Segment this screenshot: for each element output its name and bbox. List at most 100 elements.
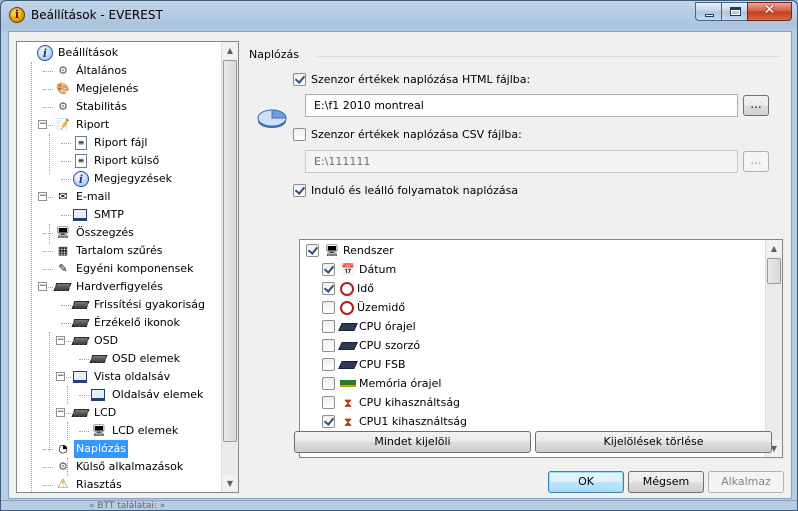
tree-item[interactable]: 🖥 Összegzés (55, 224, 136, 242)
tree-item[interactable]: 📝 Riport (55, 116, 111, 134)
tree-item[interactable]: Vista oldalsáv (73, 368, 172, 386)
title-bar[interactable]: i Beállítások - EVEREST ✕ (1, 1, 797, 31)
csv-path-input[interactable]: E:\111111 (305, 150, 738, 173)
sensor-list-item[interactable]: Idő (322, 279, 374, 298)
tree-item[interactable]: i Beállítások (37, 44, 120, 62)
sensor-list-item[interactable]: ⧗ CPU1 kihasználtság (322, 412, 467, 431)
tree-item[interactable]: LCD (71, 404, 118, 422)
tree-scroll-thumb[interactable] (223, 60, 237, 442)
tree-item[interactable]: ✉ E-mail (55, 188, 113, 206)
sensor-scroll-thumb[interactable] (767, 258, 781, 284)
maximize-button[interactable] (721, 2, 748, 21)
tree-expander[interactable]: − (38, 192, 47, 201)
csv-log-label[interactable]: Szenzor értékek naplózása CSV fájlba: (311, 128, 522, 141)
minimize-icon (705, 14, 714, 17)
tree-expander[interactable]: − (38, 282, 47, 291)
tree-expander[interactable]: − (56, 336, 65, 345)
tree-item-label: Vista oldalsáv (94, 370, 171, 383)
sensor-checkbox[interactable] (322, 396, 335, 409)
tree-item[interactable]: ⚠ Riasztás (55, 476, 124, 492)
gear-icon: ⚙ (58, 64, 68, 77)
sensor-list-item[interactable]: CPU FSB (322, 355, 406, 374)
tree-item[interactable]: ⚙ Külső alkalmazások (55, 458, 185, 476)
tree-item[interactable]: Oldalsáv elemek (91, 386, 205, 404)
tree-scroll-up-button[interactable]: ▲ (222, 42, 238, 59)
sensor-checkbox[interactable] (322, 282, 335, 295)
tree-item[interactable]: Hardverfigyelés (53, 278, 165, 296)
tree-item[interactable]: i Megjegyzések (73, 170, 174, 188)
tree-expander[interactable]: − (56, 408, 65, 417)
sensor-label: Memória órajel (359, 377, 442, 390)
tree-item[interactable]: ≡ Riport külső (73, 152, 161, 170)
tree-expander[interactable]: − (56, 372, 65, 381)
tree-item[interactable]: Érzékelő ikonok (71, 314, 182, 332)
tree-item[interactable]: ⚙ Stabilitás (55, 98, 129, 116)
csv-browse-button[interactable]: ... (743, 151, 769, 172)
sensor-checkbox[interactable] (322, 358, 335, 371)
sensor-checkbox[interactable] (322, 301, 335, 314)
tree-expander[interactable]: − (38, 120, 47, 129)
sensor-list-item[interactable]: CPU órajel (322, 317, 416, 336)
ok-button[interactable]: OK (548, 471, 624, 493)
clear-selection-button[interactable]: Kijelölések törlése (535, 431, 772, 453)
filter-icon: ▦ (57, 244, 69, 257)
tree-connector (61, 323, 71, 324)
cpu-icon (338, 341, 358, 350)
tree-scroll-down-button[interactable]: ▼ (222, 475, 238, 492)
sensor-scroll-up-button[interactable]: ▲ (766, 240, 782, 257)
html-log-checkbox[interactable] (293, 73, 306, 86)
everest-app-icon[interactable]: i (9, 7, 25, 23)
csv-log-checkbox[interactable] (293, 128, 306, 141)
sensor-list-item[interactable]: Üzemidő (322, 298, 405, 317)
settings-tree[interactable]: i Beállítások ⚙ Általános 🎨 Megjelenés ⚙ Stabil… (16, 41, 239, 493)
tree-item[interactable]: Frissítési gyakoriság (71, 296, 207, 314)
tree-item[interactable]: OSD (71, 332, 120, 350)
sensor-checkbox[interactable] (322, 377, 335, 390)
sensor-list-item[interactable]: 📅 Dátum (322, 260, 396, 279)
tree-connector (61, 305, 71, 306)
sensor-list-scrollbar[interactable]: ▲ ▼ (765, 240, 782, 457)
tree-item-label: Külső alkalmazások (76, 460, 184, 473)
tree-item[interactable]: ⚙ Általános (55, 62, 129, 80)
sensor-checkbox[interactable] (322, 415, 335, 428)
tree-guide-line (67, 386, 68, 404)
tree-connector (43, 449, 53, 450)
tree-item[interactable]: SMTP (73, 206, 126, 224)
tree-item[interactable]: ≡ Riport fájl (73, 134, 149, 152)
tree-item[interactable]: OSD elemek (89, 350, 182, 368)
html-path-input[interactable]: E:\f1 2010 montreal (305, 94, 738, 117)
apply-button[interactable]: Alkalmaz (708, 471, 784, 493)
sensor-list-item[interactable]: ⧗ CPU kihasználtság (322, 393, 460, 412)
tree-connector (43, 233, 53, 234)
computer-icon: 🖥 (325, 243, 339, 257)
select-all-button[interactable]: Mindet kijelöli (294, 431, 531, 453)
sensor-checkbox[interactable] (306, 244, 319, 257)
tree-item[interactable]: 🖥 LCD elemek (91, 422, 180, 440)
close-button[interactable]: ✕ (747, 2, 792, 21)
sensor-checkbox[interactable] (322, 339, 335, 352)
sensor-label: Dátum (359, 263, 397, 276)
process-log-label[interactable]: Induló és leálló folyamatok naplózása (311, 184, 518, 197)
monitor-icon (91, 389, 105, 401)
tree-item[interactable]: ◔ Naplózás (55, 440, 128, 458)
tree-scrollbar[interactable]: ▲ ▼ (221, 42, 238, 492)
monitor-icon (73, 371, 87, 383)
sensor-list-item[interactable]: 🖥 Rendszer (306, 241, 394, 260)
tree-item[interactable]: 🎨 Megjelenés (55, 80, 140, 98)
sensor-list-item[interactable]: CPU szorzó (322, 336, 420, 355)
tree-item-label: Riasztás (76, 478, 122, 491)
cancel-button[interactable]: Mégsem (628, 471, 704, 493)
tree-item-label: Beállítások (58, 46, 119, 59)
tree-item[interactable]: ▦ Tartalom szűrés (55, 242, 164, 260)
tree-item-label: Riport fájl (94, 136, 148, 149)
html-log-label[interactable]: Szenzor értékek naplózása HTML fájlba: (311, 73, 530, 86)
sensor-list-item[interactable]: Memória órajel (322, 374, 441, 393)
html-browse-button[interactable]: ... (743, 95, 769, 116)
sensor-checkbox[interactable] (322, 263, 335, 276)
tree-item[interactable]: ✎ Egyéni komponensek (55, 260, 195, 278)
sensor-list[interactable]: 🖥 Rendszer 📅 Dátum Idő Üzemidő CPU órajel CPU s… (299, 239, 783, 458)
document-icon: ≡ (75, 136, 87, 150)
minimize-button[interactable] (695, 2, 722, 21)
sensor-checkbox[interactable] (322, 320, 335, 333)
process-log-checkbox[interactable] (293, 184, 306, 197)
